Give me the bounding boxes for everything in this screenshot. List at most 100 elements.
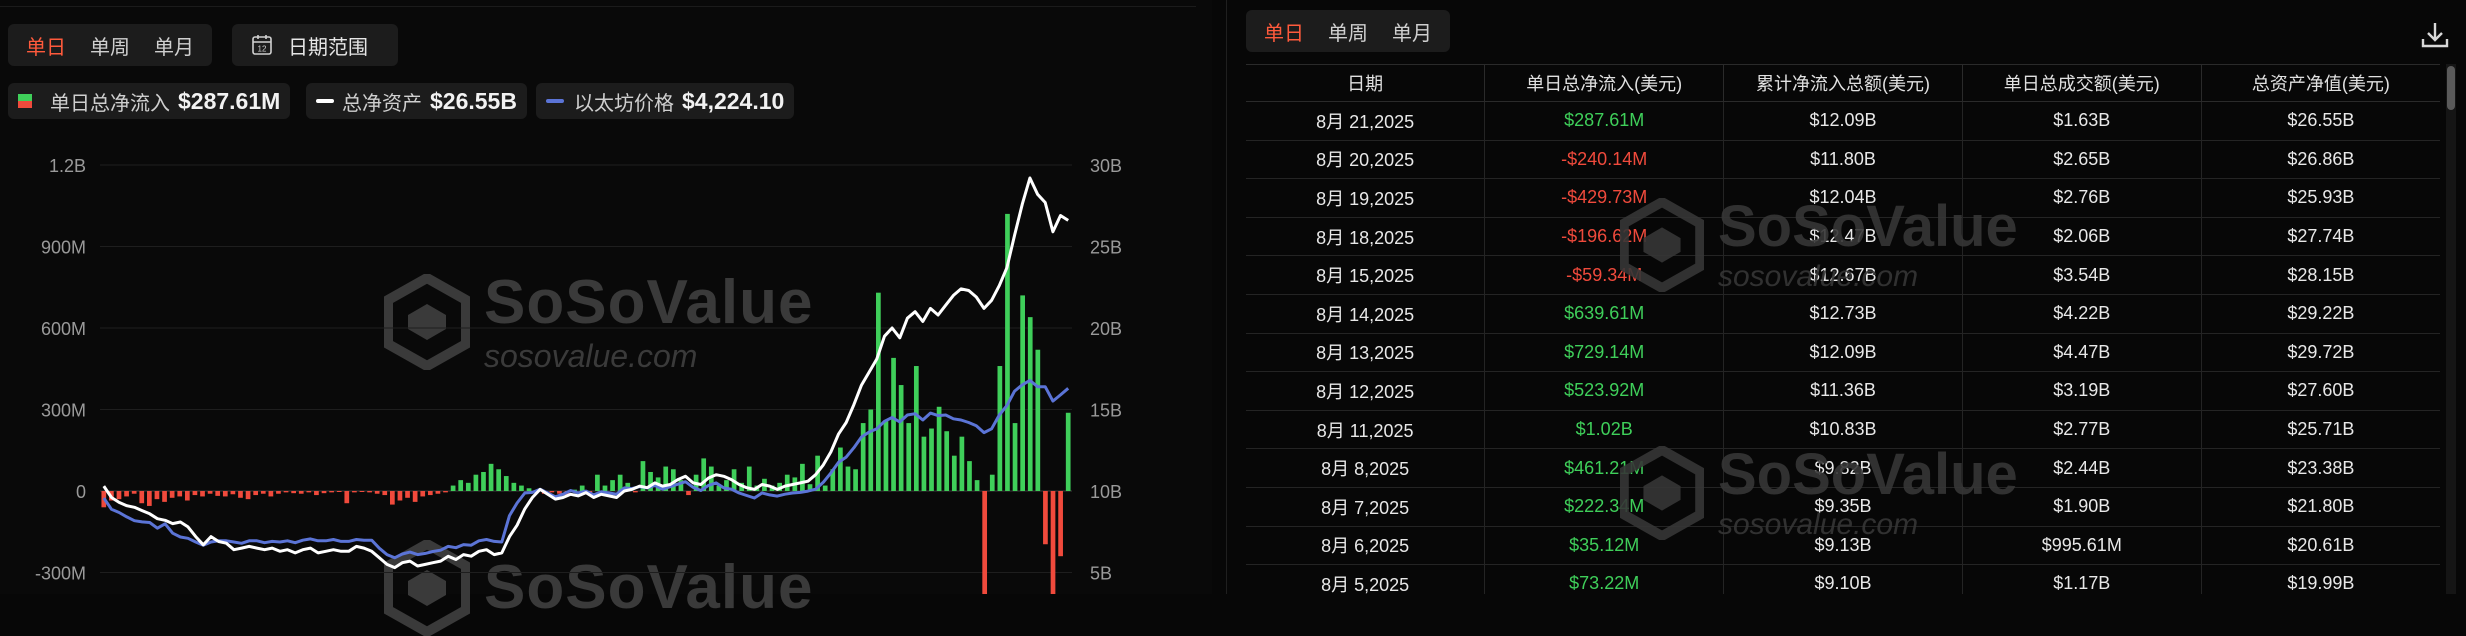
flow-bar <box>397 491 403 501</box>
column-header[interactable]: 总资产净值(美元) <box>2201 64 2440 102</box>
table-cell: $12.09B <box>1723 333 1963 373</box>
flow-bar <box>921 436 927 491</box>
flow-bar <box>238 491 243 498</box>
table-row[interactable]: 8月 21,2025 $287.61M $12.09B $1.63B $26.55B <box>1246 101 2440 141</box>
table-cell: $26.55B <box>2201 101 2440 141</box>
table-cell: $25.93B <box>2201 178 2440 218</box>
column-header[interactable]: 累计净流入总额(美元) <box>1723 64 1963 102</box>
flow-bar <box>222 491 228 497</box>
table-cell: $26.86B <box>2201 140 2440 180</box>
table-cell: $9.82B <box>1723 448 1963 488</box>
table-cell: $2.65B <box>1962 140 2202 180</box>
table-row[interactable]: 8月 20,2025 -$240.14M $11.80B $2.65B $26.86B <box>1246 140 2440 180</box>
flow-bar <box>989 474 995 491</box>
download-icon[interactable] <box>2418 18 2452 52</box>
flow-bar <box>929 428 934 491</box>
table-cell: 8月 8,2025 <box>1246 448 1486 488</box>
calendar-day: 12 <box>258 45 267 54</box>
legend-label: 以太坊价格 <box>574 92 674 115</box>
table-cell: $9.35B <box>1723 487 1963 527</box>
column-header[interactable]: 日期 <box>1246 64 1486 102</box>
table-cell: $12.09B <box>1723 101 1963 141</box>
flow-bar <box>481 471 486 491</box>
flow-bar <box>359 491 365 492</box>
flow-bar <box>913 366 919 491</box>
table-cell: $9.13B <box>1723 526 1963 566</box>
table-cell: $20.61B <box>2201 526 2440 566</box>
right-axis-tick: 25B <box>1090 238 1122 258</box>
flow-bar <box>974 480 980 491</box>
column-header[interactable]: 单日总净流入(美元) <box>1484 64 1725 102</box>
tab-daily[interactable]: 单日 <box>14 31 78 60</box>
flow-bar <box>306 491 312 493</box>
column-header[interactable]: 单日总成交额(美元) <box>1962 64 2202 102</box>
table-cell: $4.22B <box>1962 294 2202 334</box>
legend-daily-inflow[interactable]: 单日总净流入 $287.61M <box>8 83 291 119</box>
table-row[interactable]: 8月 18,2025 -$196.62M $12.47B $2.06B $27.74B <box>1246 217 2440 257</box>
flow-bar <box>147 491 152 506</box>
panel-divider <box>1226 0 1227 594</box>
table-period-tabs: 单日 单周 单月 <box>1246 10 1450 52</box>
flow-bar <box>936 406 942 491</box>
table-scrollbar[interactable] <box>2446 64 2456 594</box>
flow-bar <box>891 357 896 491</box>
table-cell: $1.02B <box>1484 410 1725 450</box>
tab-weekly[interactable]: 单周 <box>78 31 142 60</box>
table-row[interactable]: 8月 13,2025 $729.14M $12.09B $4.47B $29.72B <box>1246 333 2440 373</box>
flow-bar <box>1020 295 1025 491</box>
legend-eth-price[interactable]: 以太坊价格 $4,224.10 <box>536 83 795 119</box>
flow-bar <box>382 491 388 496</box>
table-cell: -$196.62M <box>1484 217 1725 257</box>
tab-monthly[interactable]: 单月 <box>1380 17 1444 46</box>
table-cell: $27.74B <box>2201 217 2440 257</box>
tab-weekly[interactable]: 单周 <box>1316 17 1380 46</box>
table-row[interactable]: 8月 7,2025 $222.34M $9.35B $1.90B $21.80B <box>1246 487 2440 527</box>
table-row[interactable]: 8月 12,2025 $523.92M $11.36B $3.19B $27.60B <box>1246 371 2440 411</box>
table-row[interactable]: 8月 11,2025 $1.02B $10.83B $2.77B $25.71B <box>1246 410 2440 450</box>
flow-bar <box>686 491 691 496</box>
etf-flow-chart[interactable]: 1.2B 900M 600M 300M 0 -300M 30B 25B 20B 15B 10B 5B <box>0 140 1212 594</box>
table-row[interactable]: 8月 8,2025 $461.21M $9.82B $2.44B $23.38B <box>1246 448 2440 488</box>
flow-bar <box>519 485 524 491</box>
left-axis-tick: 900M <box>41 238 86 258</box>
legend-net-assets[interactable]: 总净资产 $26.55B <box>306 83 527 119</box>
table-cell: $2.06B <box>1962 217 2202 257</box>
left-axis-tick: 300M <box>41 401 86 421</box>
date-range-button[interactable]: 12 日期范围 <box>232 24 398 66</box>
table-cell: 8月 14,2025 <box>1246 294 1486 334</box>
table-cell: 8月 11,2025 <box>1246 410 1486 450</box>
flow-bar <box>800 463 805 491</box>
flow-bar <box>473 474 479 491</box>
table-row[interactable]: 8月 6,2025 $35.12M $9.13B $995.61M $20.61B <box>1246 526 2440 566</box>
table-cell: $73.22M <box>1484 564 1725 594</box>
table-row[interactable]: 8月 5,2025 $73.22M $9.10B $1.17B $19.99B <box>1246 564 2440 594</box>
right-axis-tick: 10B <box>1090 482 1122 502</box>
flow-bar <box>1035 349 1041 491</box>
flow-table-container[interactable]: 日期 单日总净流入(美元) 累计净流入总额(美元) 单日总成交额(美元) 总资产净值(美… <box>1246 64 2446 594</box>
flow-bar <box>390 491 395 505</box>
table-row[interactable]: 8月 15,2025 -$59.34M $12.67B $3.54B $28.15B <box>1246 255 2440 295</box>
tab-monthly[interactable]: 单月 <box>142 31 206 60</box>
table-cell: $12.04B <box>1723 178 1963 218</box>
flow-bar <box>116 491 122 500</box>
tab-daily[interactable]: 单日 <box>1252 17 1316 46</box>
flow-bar <box>184 491 190 501</box>
flow-bar <box>298 491 304 494</box>
flow-bar <box>344 491 350 504</box>
table-cell: $12.67B <box>1723 255 1963 295</box>
flow-bar <box>511 482 517 491</box>
table-cell: $995.61M <box>1962 526 2202 566</box>
flow-bar <box>154 491 160 500</box>
flow-bar <box>169 491 175 498</box>
table-row[interactable]: 8月 19,2025 -$429.73M $12.04B $2.76B $25.93B <box>1246 178 2440 218</box>
right-axis-tick: 15B <box>1090 401 1122 421</box>
flow-bar <box>200 491 205 497</box>
table-scrollbar-thumb[interactable] <box>2447 66 2455 110</box>
date-range-label: 日期范围 <box>288 36 368 59</box>
legend-label: 单日总净流入 <box>50 92 170 115</box>
table-row[interactable]: 8月 14,2025 $639.61M $12.73B $4.22B $29.22B <box>1246 294 2440 334</box>
table-cell: $29.72B <box>2201 333 2440 373</box>
flow-bar <box>253 491 259 496</box>
table-cell: $3.19B <box>1962 371 2202 411</box>
flow-bar <box>610 480 615 491</box>
